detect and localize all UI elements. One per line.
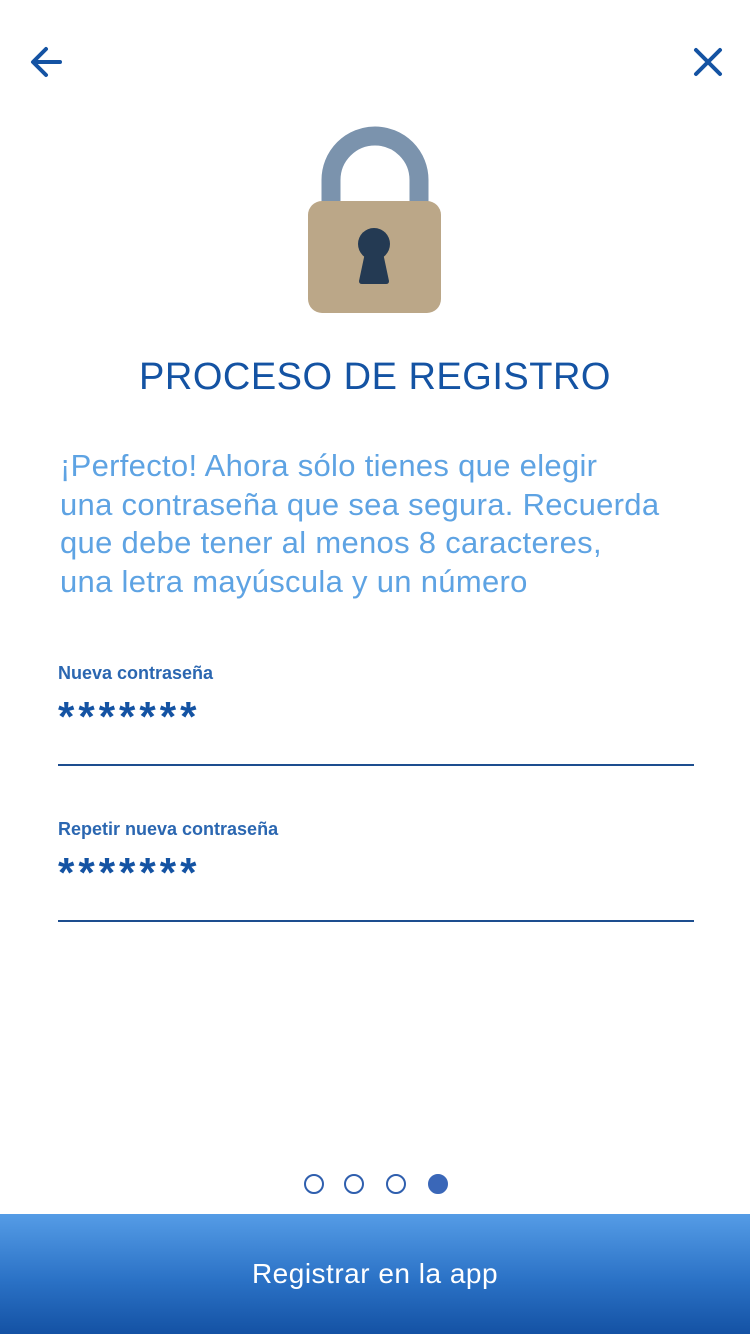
page-dot (386, 1174, 406, 1194)
registration-screen: PROCESO DE REGISTRO ¡Perfecto! Ahora sól… (0, 0, 750, 1334)
repeat-password-field[interactable]: Repetir nueva contraseña ******* (58, 816, 694, 922)
instructions-line: una contraseña que sea segura. Recuerda (60, 486, 660, 522)
close-button[interactable] (676, 30, 740, 94)
padlock-icon (300, 118, 450, 318)
page-dot (304, 1174, 324, 1194)
page-dot (344, 1174, 364, 1194)
page-title: PROCESO DE REGISTRO (139, 356, 611, 398)
close-icon (694, 48, 722, 76)
new-password-field[interactable]: Nueva contraseña ******* (58, 660, 694, 766)
repeat-password-label: Repetir nueva contraseña (58, 819, 279, 839)
instructions-line: ¡Perfecto! Ahora sólo tienes que elegir (60, 448, 598, 483)
page-indicator (0, 1174, 750, 1196)
instructions-line: una letra mayúscula y un número (60, 563, 528, 599)
repeat-password-input[interactable]: ******* (58, 852, 694, 894)
instructions-line: que debe tener al menos 8 caracteres, (60, 525, 602, 560)
instructions-text: ¡Perfecto! Ahora sólo tienes que elegir … (60, 447, 700, 601)
register-button[interactable]: Registrar en la app (0, 1214, 750, 1334)
arrow-left-icon (31, 47, 62, 77)
register-button-label: Registrar en la app (251, 1258, 499, 1289)
new-password-label: Nueva contraseña (58, 663, 214, 683)
new-password-input[interactable]: ******* (58, 696, 694, 738)
back-button[interactable] (14, 30, 78, 94)
page-dot-active (428, 1174, 448, 1194)
